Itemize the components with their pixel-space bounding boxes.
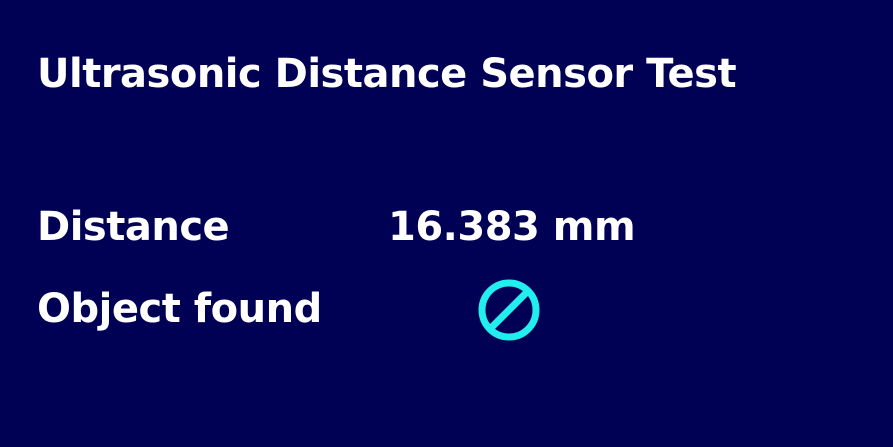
- distance-label: Distance: [37, 204, 230, 250]
- prohibited-icon: [478, 279, 540, 341]
- object-found-label: Object found: [37, 286, 322, 332]
- distance-value: 16.383 mm: [388, 204, 636, 250]
- page-title: Ultrasonic Distance Sensor Test: [37, 51, 737, 97]
